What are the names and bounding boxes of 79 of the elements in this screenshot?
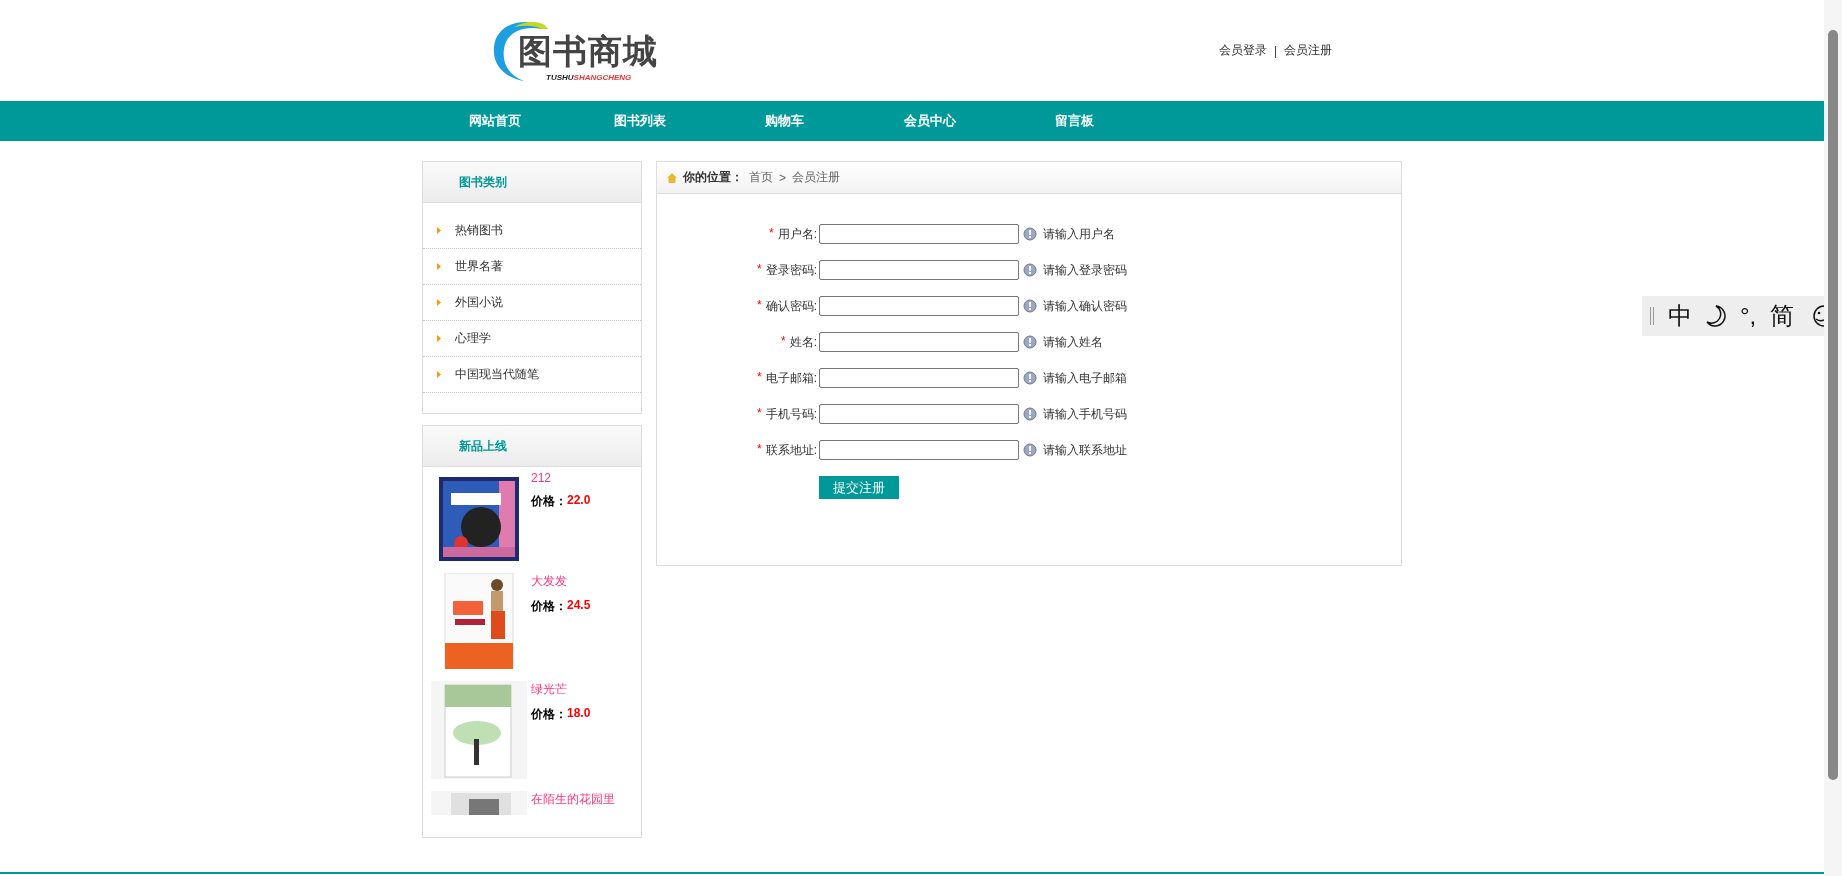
logo-title: 图书商城 [518,30,658,72]
price: 22.0 [567,493,591,509]
input-field[interactable] [819,440,1019,460]
nav-item[interactable]: 留言板 [1002,101,1147,141]
info-icon [1023,407,1037,421]
field-hint: 请输入电子邮箱 [1043,369,1127,387]
book-title[interactable]: 绿光芒 [531,681,591,698]
book-title[interactable]: 212 [531,471,591,485]
input-field[interactable] [819,368,1019,388]
field-hint: 请输入联系地址 [1043,441,1127,459]
submit-button[interactable]: 提交注册 [819,476,899,499]
required-mark: * [757,405,762,422]
required-mark: * [757,441,762,458]
required-mark: * [769,225,774,242]
field-label: 电子邮箱: [765,369,817,387]
price: 24.5 [567,598,591,614]
nav-item[interactable]: 图书列表 [567,101,712,141]
field-hint: 请输入登录密码 [1043,261,1127,279]
field-label: 姓名: [789,333,817,351]
logo-subtitle: TUSHUSHANGCHENG [546,72,632,82]
input-field[interactable] [819,260,1019,280]
field-label: 用户名: [777,225,817,243]
link-separator: | [1273,43,1277,58]
price-label: 价格： [531,706,567,723]
field-label: 手机号码: [765,405,817,423]
arrow-icon [437,227,441,234]
ime-mode-key[interactable]: 中 [1668,300,1692,332]
arrow-icon [437,335,441,342]
field-label: 登录密码: [765,261,817,279]
field-hint: 请输入手机号码 [1043,405,1127,423]
input-field[interactable] [819,332,1019,352]
field-hint: 请输入用户名 [1043,225,1115,243]
input-field[interactable] [819,404,1019,424]
login-link[interactable]: 会员登录 [1218,42,1267,59]
category-item[interactable]: 心理学 [423,321,641,357]
price: 18.0 [567,706,591,722]
scrollbar[interactable] [1824,0,1842,876]
field-label: 联系地址: [765,441,817,459]
info-icon [1023,263,1037,277]
category-item[interactable]: 热销图书 [423,213,641,249]
info-icon [1023,299,1037,313]
required-mark: * [757,261,762,278]
panel-title: 图书类别 [459,173,507,191]
price-label: 价格： [531,598,567,615]
info-icon [1023,227,1037,241]
price-label: 价格： [531,493,567,510]
category-item[interactable]: 世界名著 [423,249,641,285]
book-title[interactable]: 大发发 [531,573,591,590]
category-item[interactable]: 外国小说 [423,285,641,321]
info-icon [1023,335,1037,349]
arrow-icon [437,299,441,306]
field-hint: 请输入姓名 [1043,333,1103,351]
register-link[interactable]: 会员注册 [1284,42,1332,59]
nav-item[interactable]: 会员中心 [857,101,1002,141]
drag-handle-icon [1650,307,1654,325]
info-icon [1023,371,1037,385]
arrow-icon [437,263,441,270]
arrow-icon [437,371,441,378]
nav-item[interactable]: 网站首页 [422,101,567,141]
moon-icon[interactable] [1706,305,1726,327]
category-item[interactable]: 中国现当代随笔 [423,357,641,393]
input-field[interactable] [819,296,1019,316]
home-icon [667,172,677,183]
required-mark: * [757,297,762,314]
breadcrumb-label: 你的位置： [683,169,743,186]
ime-script-key[interactable]: 简 [1770,300,1795,332]
book-title[interactable]: 在陌生的花园里 [531,791,615,808]
nav-item[interactable]: 购物车 [712,101,857,141]
input-field[interactable] [819,224,1019,244]
breadcrumb-home-link[interactable]: 首页 [749,169,773,186]
ime-punctuation-key[interactable]: °, [1740,302,1757,330]
breadcrumb-separator: > [779,170,786,185]
panel-title: 新品上线 [459,437,507,455]
breadcrumb-current: 会员注册 [792,169,840,186]
required-mark: * [781,333,786,350]
field-hint: 请输入确认密码 [1043,297,1127,315]
required-mark: * [757,369,762,386]
field-label: 确认密码: [765,297,817,315]
info-icon [1023,443,1037,457]
